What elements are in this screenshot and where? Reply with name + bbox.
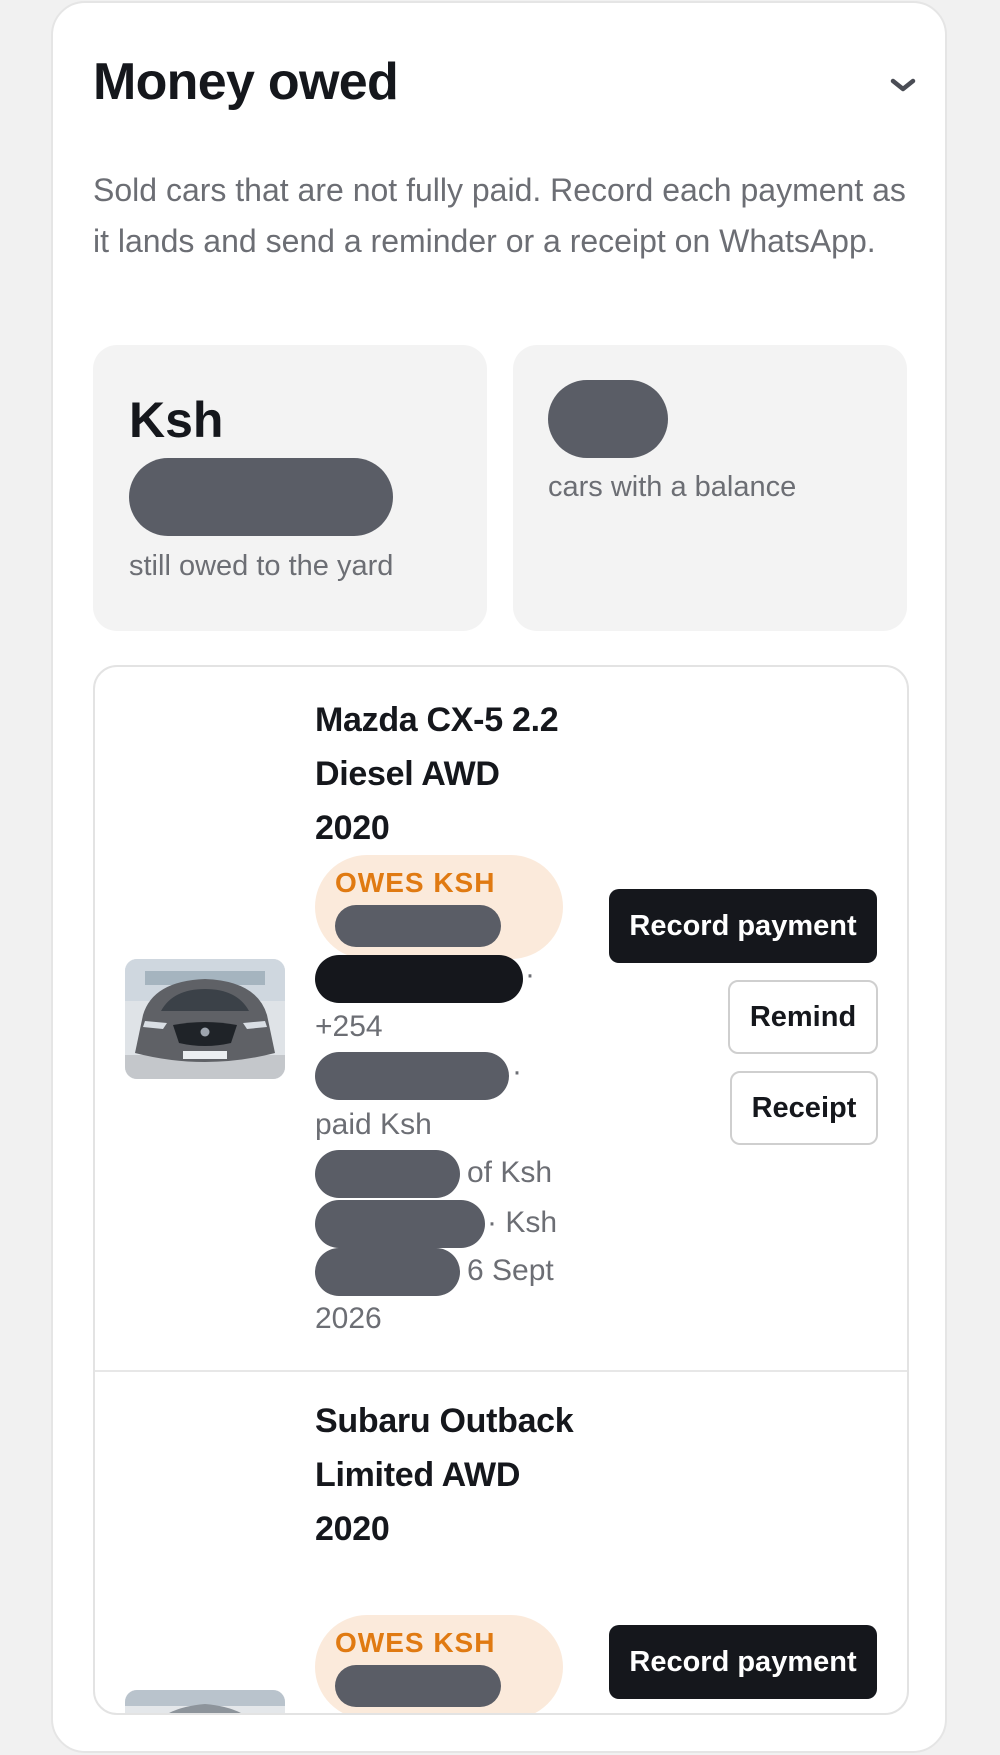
paid-amount-redaction [315, 1150, 460, 1198]
car-title: Mazda CX-5 2.2 Diesel AWD 2020 [315, 701, 559, 847]
currency-label: Ksh [129, 392, 224, 448]
money-owed-panel: Money owed Sold cars that are not fully … [51, 1, 947, 1753]
car-title: Subaru Outback Limited AWD 2020 [315, 1402, 574, 1548]
section-title: Money owed [93, 53, 399, 111]
list-item: Mazda CX-5 2.2 Diesel AWD 2020 OWES KSH … [95, 667, 907, 1372]
cars-balance-caption: cars with a balance [548, 471, 797, 503]
car-thumbnail [125, 959, 285, 1079]
due-year: 2026 [315, 1302, 382, 1335]
due-date: 6 Sept [467, 1254, 554, 1287]
phone-redaction [315, 1052, 509, 1100]
total-amount-redaction [315, 1200, 485, 1248]
car-photo-icon [125, 959, 285, 1079]
phone-prefix: +254 [315, 1010, 383, 1043]
remind-button[interactable]: Remind [728, 980, 878, 1054]
collapse-button[interactable] [883, 65, 923, 105]
owes-badge: OWES KSH [315, 855, 563, 959]
due-prefix: · Ksh [487, 1206, 558, 1239]
car-thumbnail [125, 1690, 285, 1713]
total-prefix: of Ksh [467, 1156, 553, 1189]
amount-owed-card: Ksh still owed to the yard [93, 345, 487, 631]
receipt-button[interactable]: Receipt [730, 1071, 878, 1145]
owes-amount-redaction [335, 1665, 501, 1707]
section-description: Sold cars that are not fully paid. Recor… [93, 172, 906, 259]
list-item: Subaru Outback Limited AWD 2020 OWES KSH… [95, 1372, 907, 1713]
record-payment-button[interactable]: Record payment [609, 889, 877, 963]
owed-cars-list: Mazda CX-5 2.2 Diesel AWD 2020 OWES KSH … [93, 665, 909, 1715]
owes-label: OWES KSH [335, 1627, 496, 1658]
separator-dot: · [525, 958, 535, 991]
owes-amount-redaction [335, 905, 501, 947]
due-amount-redaction [315, 1248, 460, 1296]
chevron-down-icon [890, 78, 916, 92]
paid-prefix: paid Ksh [315, 1108, 432, 1141]
amount-owed-caption: still owed to the yard [129, 550, 394, 582]
amount-redaction [129, 458, 393, 536]
owes-badge: OWES KSH [315, 1615, 563, 1713]
buyer-name-redaction [315, 955, 523, 1003]
cars-count-redaction [548, 380, 668, 458]
car-photo-icon [125, 1690, 285, 1713]
cars-balance-card: cars with a balance [513, 345, 907, 631]
record-payment-button[interactable]: Record payment [609, 1625, 877, 1699]
owes-label: OWES KSH [335, 867, 496, 898]
separator-dot: · [512, 1055, 522, 1088]
